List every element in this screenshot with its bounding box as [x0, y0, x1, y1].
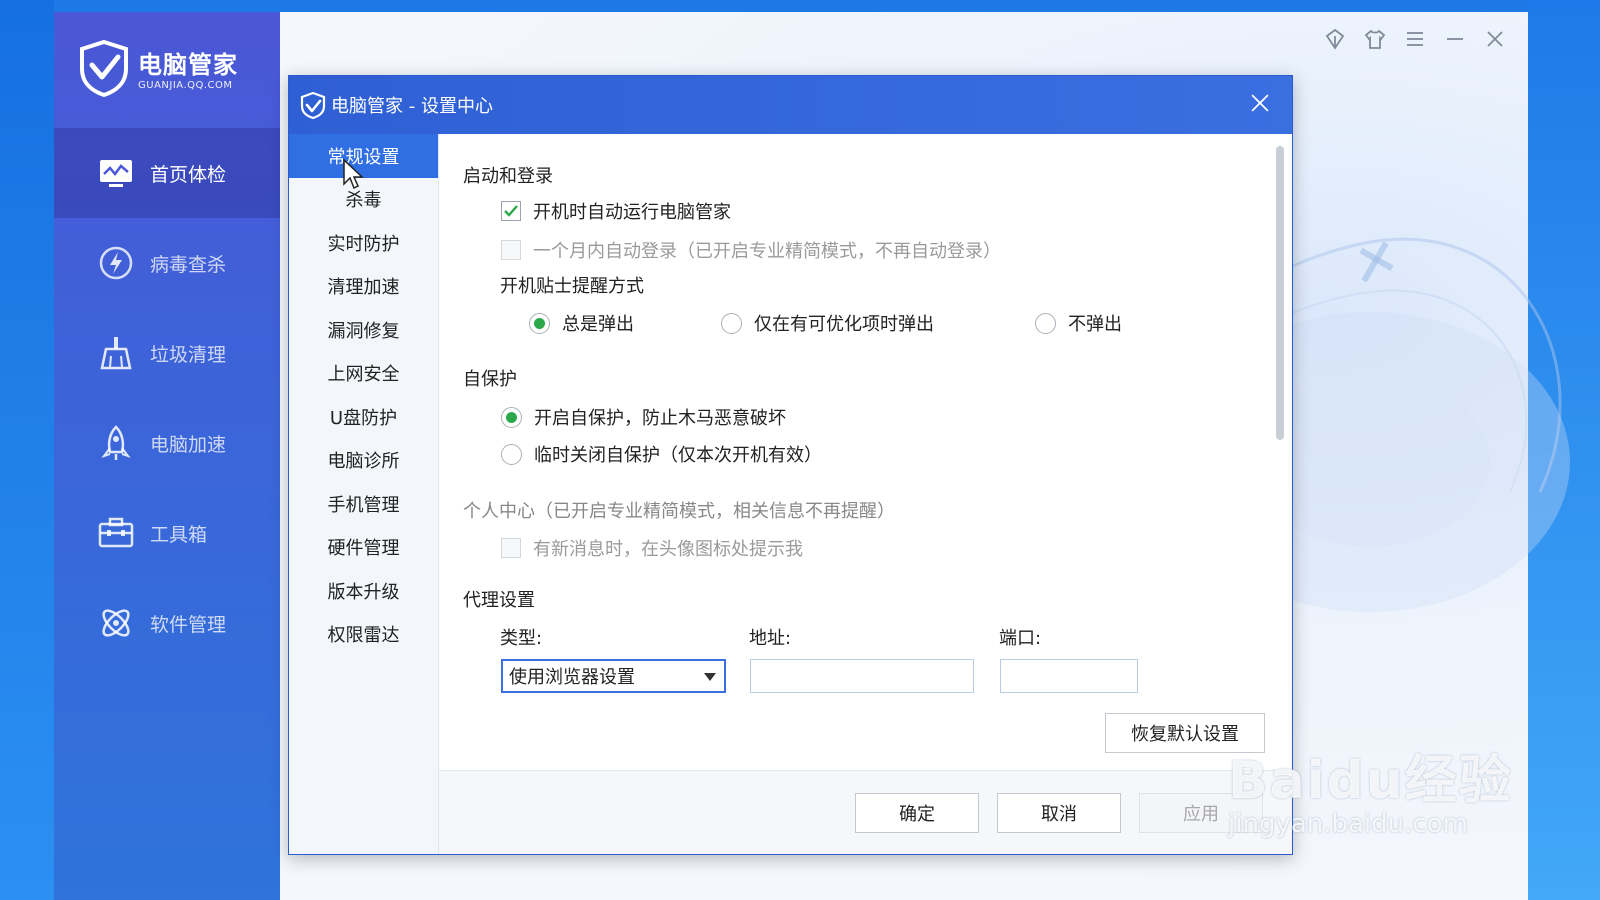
- auto-login-label: 一个月内自动登录（已开启专业精简模式，不再自动登录）: [533, 241, 1001, 262]
- shield-logo-icon: [300, 91, 326, 119]
- chevron-down-icon: [704, 673, 716, 681]
- proxy-address-input[interactable]: [750, 659, 974, 693]
- tip-optimizable-label: 仅在有可优化项时弹出: [754, 314, 934, 335]
- ok-button[interactable]: 确定: [855, 793, 979, 833]
- sidebar-item-label: 病毒查杀: [150, 253, 227, 276]
- sidebar-item-home-check[interactable]: 首页体检: [54, 128, 280, 218]
- tab-clean-speedup[interactable]: 清理加速: [289, 265, 438, 309]
- sidebar-item-label: 电脑加速: [150, 433, 227, 456]
- self-protect-off-option[interactable]: 临时关闭自保护（仅本次开机有效）: [501, 441, 822, 467]
- app-logo: 电脑管家 GUANJIA.QQ.COM: [78, 38, 238, 98]
- self-protect-on-option[interactable]: 开启自保护，防止木马恶意破坏: [501, 404, 786, 430]
- tip-optimizable-radio[interactable]: [721, 312, 742, 334]
- notify-checkbox: [501, 538, 521, 558]
- tab-version-upgrade[interactable]: 版本升级: [289, 569, 438, 613]
- dialog-footer: 确定 取消 应用: [439, 770, 1292, 854]
- shirt-icon[interactable]: [1362, 26, 1388, 52]
- auto-run-option[interactable]: 开机时自动运行电脑管家: [501, 198, 731, 224]
- menu-icon[interactable]: [1402, 26, 1428, 52]
- sidebar-item-label: 软件管理: [150, 613, 227, 636]
- auto-run-checkbox[interactable]: [501, 201, 521, 221]
- monitor-chart-icon: [96, 153, 136, 193]
- notify-label: 有新消息时，在头像图标处提示我: [533, 539, 803, 560]
- proxy-port-input[interactable]: [1000, 659, 1138, 693]
- proxy-address-label: 地址:: [749, 628, 792, 649]
- watermark-url: jingyan.baidu.com: [1228, 809, 1468, 839]
- sidebar-item-label: 工具箱: [150, 523, 208, 546]
- self-protect-on-radio[interactable]: [501, 406, 522, 428]
- baidu-watermark: Baidu经验 jingyan.baidu.com: [1228, 738, 1513, 839]
- proxy-type-label: 类型:: [500, 628, 543, 649]
- section-heading-self-protect: 自保护: [463, 369, 517, 390]
- tab-phone-manager[interactable]: 手机管理: [289, 482, 438, 526]
- dialog-title: 电脑管家 - 设置中心: [331, 96, 493, 117]
- scrollbar-thumb[interactable]: [1276, 146, 1284, 440]
- tip-never-option[interactable]: 不弹出: [1035, 310, 1122, 336]
- rocket-icon: [96, 423, 136, 463]
- dialog-title-bar: 电脑管家 - 设置中心: [289, 76, 1292, 134]
- broom-icon: [96, 333, 136, 373]
- settings-content: 启动和登录 开机时自动运行电脑管家 一个月内自动登录（已开启专业精简模式，不再自…: [439, 134, 1292, 770]
- auto-login-checkbox: [501, 240, 521, 260]
- section-heading-proxy: 代理设置: [463, 590, 535, 611]
- self-protect-on-label: 开启自保护，防止木马恶意破坏: [534, 408, 786, 429]
- tip-never-label: 不弹出: [1068, 314, 1122, 335]
- sidebar-nav: 首页体检 病毒查杀 垃圾清理 电脑加速 工具箱 软件管理: [54, 128, 280, 668]
- apps-icon: [96, 603, 136, 643]
- toolbox-icon: [96, 513, 136, 553]
- proxy-type-select[interactable]: 使用浏览器设置: [501, 659, 726, 693]
- tab-permission-radar[interactable]: 权限雷达: [289, 613, 438, 657]
- sidebar-item-virus-scan[interactable]: 病毒查杀: [54, 218, 280, 308]
- tab-hardware-manager[interactable]: 硬件管理: [289, 526, 438, 570]
- logo-title: 电脑管家: [138, 51, 238, 79]
- notify-option: 有新消息时，在头像图标处提示我: [501, 535, 803, 561]
- self-protect-off-radio[interactable]: [501, 443, 522, 465]
- cancel-button[interactable]: 取消: [997, 793, 1121, 833]
- tab-pc-clinic[interactable]: 电脑诊所: [289, 439, 438, 483]
- skin-icon[interactable]: [1322, 26, 1348, 52]
- checkmark-icon: [504, 205, 518, 217]
- mouse-cursor-icon: [343, 158, 364, 190]
- tip-never-radio[interactable]: [1035, 312, 1056, 334]
- tip-always-option[interactable]: 总是弹出: [529, 310, 634, 336]
- desktop-background-left: [0, 0, 54, 900]
- proxy-port-label: 端口:: [999, 628, 1042, 649]
- auto-login-option: 一个月内自动登录（已开启专业精简模式，不再自动登录）: [501, 237, 1001, 263]
- watermark-brand: Baidu经验: [1228, 751, 1513, 811]
- proxy-type-value: 使用浏览器设置: [509, 667, 635, 688]
- tab-web-security[interactable]: 上网安全: [289, 352, 438, 396]
- sidebar-item-software[interactable]: 软件管理: [54, 578, 280, 668]
- tab-vulnerability-fix[interactable]: 漏洞修复: [289, 308, 438, 352]
- sidebar-item-label: 垃圾清理: [150, 343, 227, 366]
- window-controls: [1322, 26, 1508, 52]
- sidebar-item-speedup[interactable]: 电脑加速: [54, 398, 280, 488]
- minimize-icon[interactable]: [1442, 26, 1468, 52]
- self-protect-off-label: 临时关闭自保护（仅本次开机有效）: [534, 445, 822, 466]
- settings-tabs: 常规设置 杀毒 实时防护 清理加速 漏洞修复 上网安全 U盘防护 电脑诊所 手机…: [289, 134, 439, 854]
- tab-usb-protection[interactable]: U盘防护: [289, 395, 438, 439]
- logo-url: GUANJIA.QQ.COM: [138, 80, 233, 91]
- auto-run-label: 开机时自动运行电脑管家: [533, 202, 731, 223]
- sidebar-item-toolbox[interactable]: 工具箱: [54, 488, 280, 578]
- tip-optimizable-option[interactable]: 仅在有可优化项时弹出: [721, 310, 934, 336]
- main-sidebar: 电脑管家 GUANJIA.QQ.COM 首页体检 病毒查杀 垃圾清理 电脑加速 …: [54, 12, 280, 900]
- settings-dialog: 电脑管家 - 设置中心 常规设置 杀毒 实时防护 清理加速 漏洞修复 上网安全 …: [288, 75, 1293, 855]
- tip-always-label: 总是弹出: [562, 314, 634, 335]
- section-heading-startup: 启动和登录: [463, 166, 553, 187]
- sidebar-item-label: 首页体检: [150, 163, 227, 186]
- shield-logo-icon: [80, 39, 128, 97]
- close-icon[interactable]: [1246, 89, 1274, 117]
- lightning-shield-icon: [96, 243, 136, 283]
- close-icon[interactable]: [1482, 26, 1508, 52]
- tip-always-radio[interactable]: [529, 312, 550, 334]
- tip-heading: 开机贴士提醒方式: [500, 276, 644, 297]
- section-heading-personal: 个人中心（已开启专业精简模式，相关信息不再提醒）: [463, 501, 895, 522]
- tab-realtime-protection[interactable]: 实时防护: [289, 221, 438, 265]
- sidebar-item-junk-clean[interactable]: 垃圾清理: [54, 308, 280, 398]
